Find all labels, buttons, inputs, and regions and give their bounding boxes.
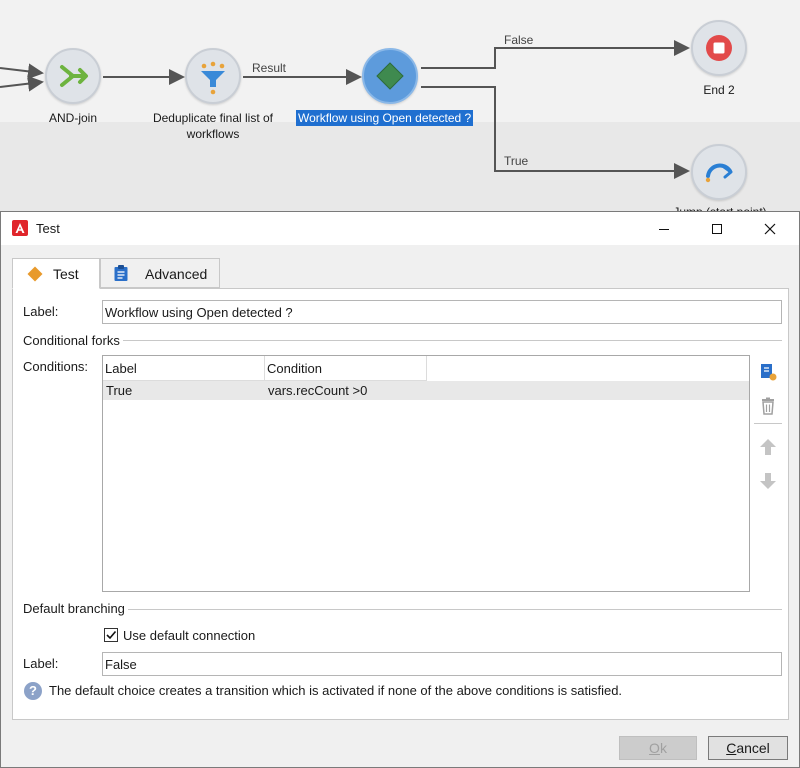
move-down-button[interactable] [756,469,780,493]
use-default-label[interactable]: Use default connection [123,628,255,643]
label-input[interactable]: Workflow using Open detected ? [102,300,782,324]
conditions-table[interactable]: Label Condition True vars.recCount >0 [102,355,750,592]
workflow-transitions [0,40,690,179]
column-header-label[interactable]: Label [103,356,265,381]
jump-node[interactable] [691,144,747,200]
maximize-icon [712,223,722,234]
label-field-label: Label: [23,304,59,319]
deduplicate-node[interactable] [185,48,241,104]
add-document-icon [761,364,777,381]
incoming-transition-2 [0,75,44,92]
tab-test-label: Test [53,266,79,282]
dialog-titlebar[interactable]: Test [1,212,799,245]
deduplicate-label-line2: workflows [186,127,240,141]
cancel-button-label: ancel [736,740,770,756]
help-icon: ? [24,682,42,700]
row-label-cell: True [106,383,133,398]
workflow-canvas[interactable]: AND-join Deduplicate final list of workf… [0,0,800,212]
move-up-button[interactable] [756,435,780,459]
diamond-icon [27,266,43,282]
conditional-forks-divider [23,340,782,341]
close-icon [764,223,776,234]
jump-arrow-icon [705,163,733,183]
edge-label-true: True [504,154,529,168]
use-default-checkbox[interactable] [104,628,118,642]
test-node-label: Workflow using Open detected ? [296,110,474,126]
minimize-button[interactable] [641,212,687,245]
dialog-title: Test [36,221,60,236]
help-text: The default choice creates a transition … [49,683,623,698]
default-label-field-label: Label: [23,656,59,671]
conditions-label: Conditions: [23,359,89,374]
minimize-icon [659,228,669,230]
checkmark-icon [106,630,117,640]
transition-false [421,40,690,69]
transition-true [421,86,690,179]
arrow-down-icon [760,473,776,489]
edge-label-false: False [504,33,534,47]
toolbar-divider [754,423,782,424]
table-row[interactable]: True vars.recCount >0 [103,381,749,400]
ok-button-mnemonic: O [649,740,660,756]
cancel-button-mnemonic: C [726,740,737,756]
maximize-button[interactable] [694,212,740,245]
ok-button-label: k [659,740,667,756]
end-node[interactable] [691,20,747,76]
test-dialog: Test Test Advanced Label: Workflow using… [0,211,800,768]
diamond-icon [376,62,404,90]
end-node-label: End 2 [703,83,735,97]
row-condition-cell: vars.recCount >0 [268,383,368,398]
default-branching-divider [23,609,782,610]
trash-icon [762,397,774,415]
clipboard-icon [114,265,128,281]
funnel-icon [201,61,225,95]
deduplicate-label-line1: Deduplicate final list of [152,111,274,125]
delete-condition-button[interactable] [756,394,780,418]
incoming-transition-1 [0,63,44,80]
default-branching-title: Default branching [23,601,128,616]
tab-advanced[interactable]: Advanced [100,258,220,288]
deduplicate-label: Deduplicate final list of workflows [140,110,286,142]
stop-icon [706,35,732,61]
adobe-app-icon [12,220,28,236]
test-tab-panel: Label: Workflow using Open detected ? Co… [12,288,789,720]
tab-advanced-label: Advanced [145,266,208,282]
edge-label-result: Result [252,61,287,75]
column-header-condition[interactable]: Condition [265,356,427,381]
ok-button[interactable]: Ok [619,736,697,760]
test-node[interactable] [362,48,418,104]
cancel-button[interactable]: Cancel [708,736,788,760]
default-label-input[interactable]: False [102,652,782,676]
conditional-forks-title: Conditional forks [23,333,123,348]
close-button[interactable] [747,212,793,245]
arrow-up-icon [760,439,776,455]
add-condition-button[interactable] [756,360,780,384]
tab-test[interactable]: Test [12,258,100,289]
and-join-label: AND-join [48,111,97,125]
merge-arrow-icon [60,65,88,87]
and-join-node[interactable] [45,48,101,104]
